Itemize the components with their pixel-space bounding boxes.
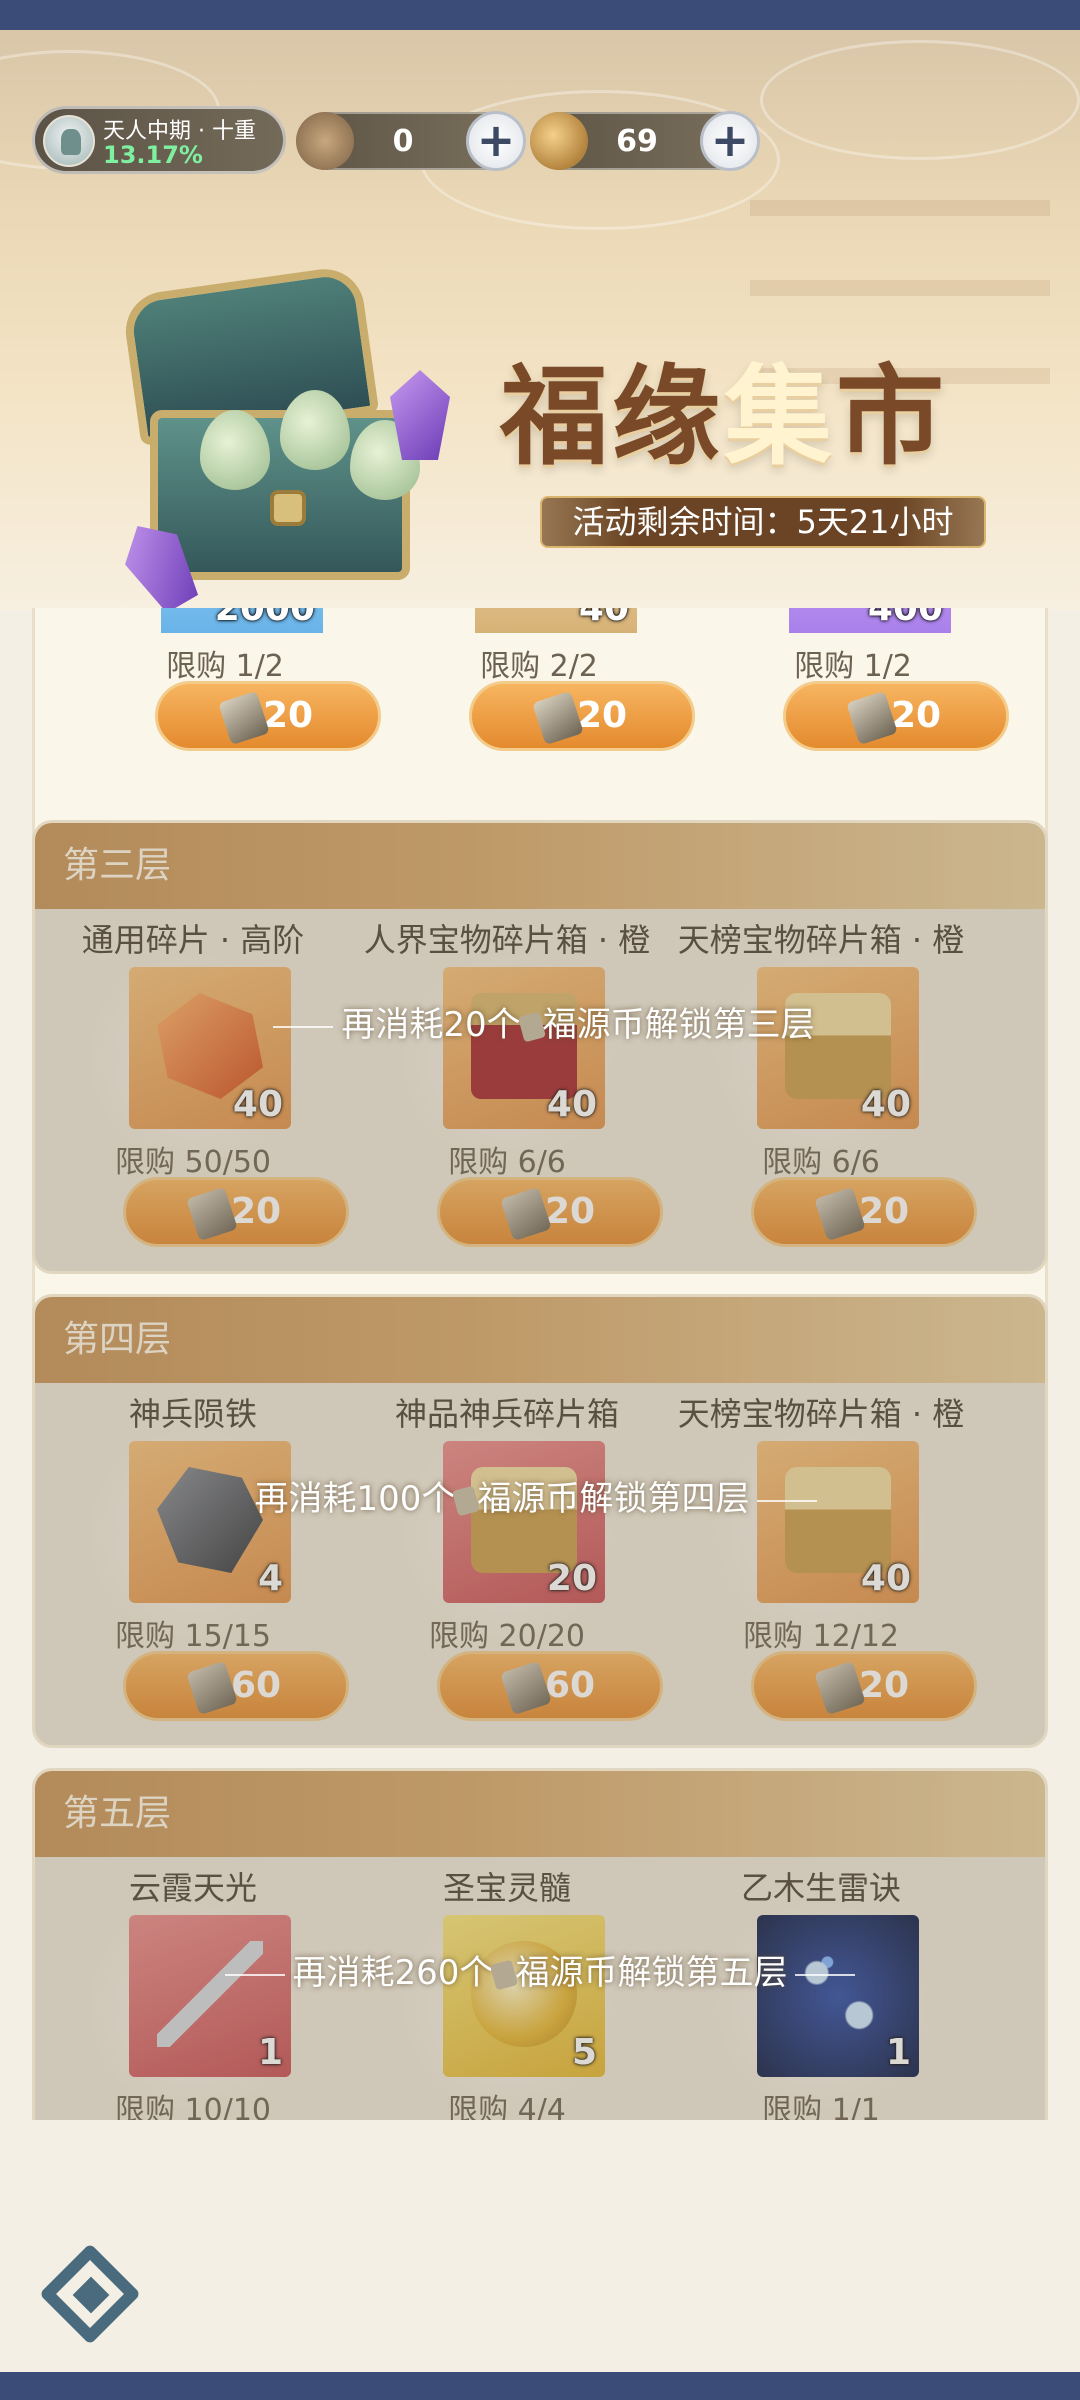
- locked-overlay: [35, 1297, 1045, 1745]
- buy-button[interactable]: 20: [155, 681, 381, 751]
- app-logo-icon[interactable]: [39, 2243, 144, 2345]
- buy-button[interactable]: 20: [469, 681, 695, 751]
- price: 20: [576, 695, 628, 736]
- cloud-decoration: [760, 40, 1080, 160]
- fuyuan-coin-balance: 0 +: [296, 111, 526, 171]
- shop-item[interactable]: 40 限购 2/2 20: [389, 608, 695, 753]
- avatar: [43, 115, 95, 167]
- unlock-cost: 再消耗260个: [292, 1953, 494, 1993]
- tier-5-card: 第五层 云霞天光 1 限购 10/10 圣宝灵髓 5 限购 4/4 乙木生雷诀 …: [32, 1768, 1048, 2120]
- fuyuan-coin-icon: [517, 1011, 546, 1042]
- treasure-chest-illustration: [120, 264, 450, 600]
- add-jade-button[interactable]: +: [700, 111, 760, 171]
- item-quantity: 40: [578, 608, 629, 629]
- jade-balance: 69 +: [530, 111, 760, 171]
- item-quantity: 400: [867, 608, 943, 629]
- tier-4-card: 第四层 神兵陨铁 4 限购 15/15 60 神品神兵碎片箱 20 限购 20/…: [32, 1294, 1048, 1748]
- divider: [224, 1973, 285, 1976]
- unlock-text: 福源币解锁第四层: [477, 1479, 750, 1519]
- buy-button[interactable]: 20: [783, 681, 1009, 751]
- unlock-cost: 再消耗100个: [254, 1479, 456, 1519]
- unlock-text: 福源币解锁第五层: [515, 1953, 788, 1993]
- purchase-limit: 限购 2/2: [480, 649, 598, 684]
- shop-list[interactable]: 2000 限购 1/2 20 40 限购 2/2 20 400 限购 1/2 2…: [0, 608, 1080, 2120]
- price: 20: [890, 695, 942, 736]
- shop-item[interactable]: 2000 限购 1/2 20: [75, 608, 381, 753]
- system-status-bar: [0, 0, 1080, 30]
- unlock-text: 福源币解锁第三层: [542, 1005, 815, 1045]
- locked-overlay: [35, 823, 1045, 1271]
- item-tile: 400: [789, 608, 951, 633]
- divider: [273, 1025, 334, 1028]
- price: 20: [262, 695, 314, 736]
- fuyuan-coin-amount: 0: [392, 124, 414, 159]
- divider: [757, 1499, 818, 1502]
- purchase-limit: 限购 1/2: [166, 649, 284, 684]
- cultivation-status[interactable]: 天人中期 · 十重 13.17%: [32, 106, 286, 174]
- title-text: 市: [836, 354, 949, 480]
- jade-icon: [530, 112, 588, 170]
- purchase-limit: 限购 1/2: [794, 649, 912, 684]
- unlock-message: 再消耗260个 福源币解锁第五层: [35, 1945, 1045, 1994]
- title-glow-text: 集: [724, 354, 837, 480]
- unlock-message: 再消耗20个 福源币解锁第三层: [35, 997, 1045, 1046]
- event-title: 福缘集市: [500, 330, 948, 486]
- item-tile: 2000: [161, 608, 323, 633]
- jade-amount: 69: [616, 124, 658, 159]
- chest-lock-icon: [270, 490, 306, 526]
- shop-item[interactable]: 400 限购 1/2 20: [703, 608, 1009, 753]
- item-quantity: 2000: [214, 608, 315, 629]
- unlock-message: 再消耗100个 福源币解锁第四层: [35, 1471, 1045, 1520]
- fuyuan-coin-icon: [296, 112, 354, 170]
- unlock-cost: 再消耗20个: [341, 1005, 521, 1045]
- divider: [795, 1973, 856, 1976]
- item-tile: 40: [475, 608, 637, 633]
- add-fuyuan-coin-button[interactable]: +: [466, 111, 526, 171]
- tier-3-card: 第三层 通用碎片 · 高阶 40 限购 50/50 20 人界宝物碎片箱 · 橙…: [32, 820, 1048, 1274]
- system-navigation-bar: [0, 2372, 1080, 2400]
- realm-progress: 13.17%: [103, 141, 203, 169]
- event-countdown: 活动剩余时间：5天21小时: [540, 496, 986, 548]
- title-text: 福缘: [500, 354, 725, 480]
